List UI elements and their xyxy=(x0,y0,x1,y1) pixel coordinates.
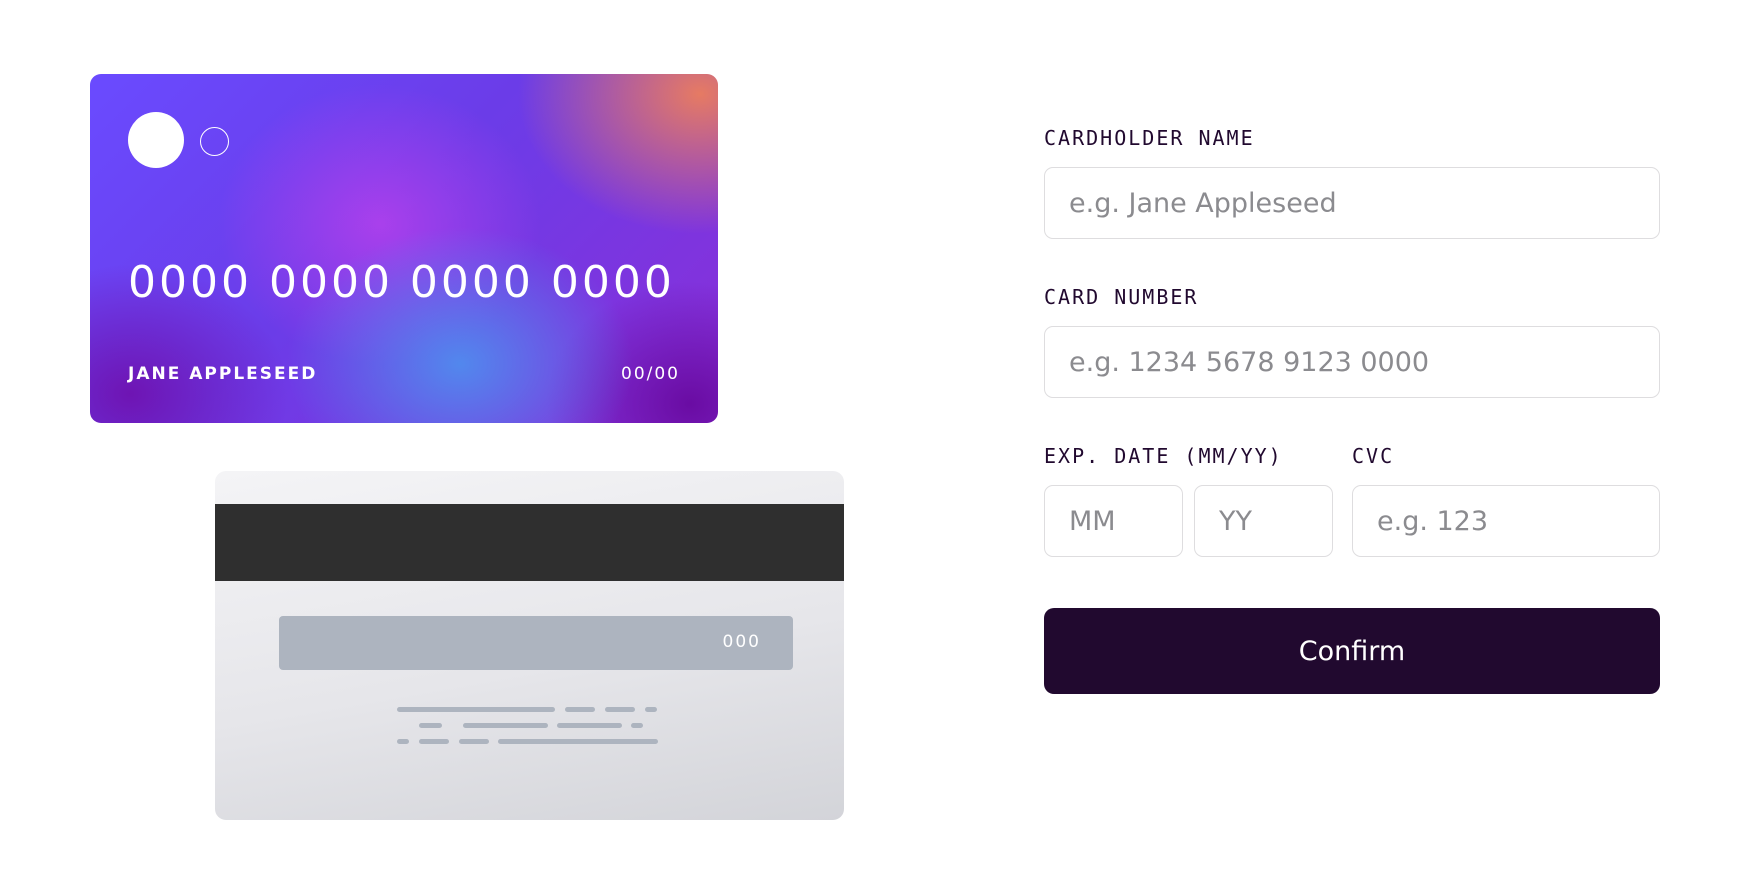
cardholder-name-label: CARDHOLDER NAME xyxy=(1044,126,1255,150)
card-logo-outline-circle xyxy=(200,127,229,156)
fine-print-line xyxy=(645,707,657,712)
fine-print-line xyxy=(419,739,449,744)
expiry-year-input[interactable] xyxy=(1194,485,1333,557)
fine-print-line xyxy=(459,739,489,744)
fine-print-line xyxy=(498,739,658,744)
fine-print-line xyxy=(419,723,442,728)
fine-print-line xyxy=(397,707,555,712)
fine-print-line xyxy=(631,723,643,728)
card-expiry-display: 00/00 xyxy=(621,364,680,384)
card-details-page: 0000 0000 0000 0000 JANE APPLESEED 00/00… xyxy=(0,0,1762,882)
card-cvc-display: 000 xyxy=(722,632,761,652)
fine-print-line xyxy=(557,723,622,728)
card-holder-display: JANE APPLESEED xyxy=(128,364,318,384)
signature-panel: 000 xyxy=(279,616,793,670)
card-logo-filled-circle xyxy=(128,112,184,168)
confirm-button[interactable]: Confirm xyxy=(1044,608,1660,694)
fine-print-line xyxy=(397,739,409,744)
expiry-date-label: EXP. DATE (MM/YY) xyxy=(1044,444,1283,468)
cvc-label: CVC xyxy=(1352,444,1395,468)
fine-print-line xyxy=(463,723,548,728)
fine-print-line xyxy=(605,707,635,712)
magnetic-strip xyxy=(215,504,844,581)
card-back: 000 xyxy=(215,471,844,820)
cvc-input[interactable] xyxy=(1352,485,1660,557)
card-front: 0000 0000 0000 0000 JANE APPLESEED 00/00 xyxy=(90,74,718,423)
card-number-display: 0000 0000 0000 0000 xyxy=(128,257,675,308)
fine-print-line xyxy=(565,707,595,712)
card-number-input[interactable] xyxy=(1044,326,1660,398)
cardholder-name-input[interactable] xyxy=(1044,167,1660,239)
card-number-label: CARD NUMBER xyxy=(1044,285,1199,309)
expiry-month-input[interactable] xyxy=(1044,485,1183,557)
